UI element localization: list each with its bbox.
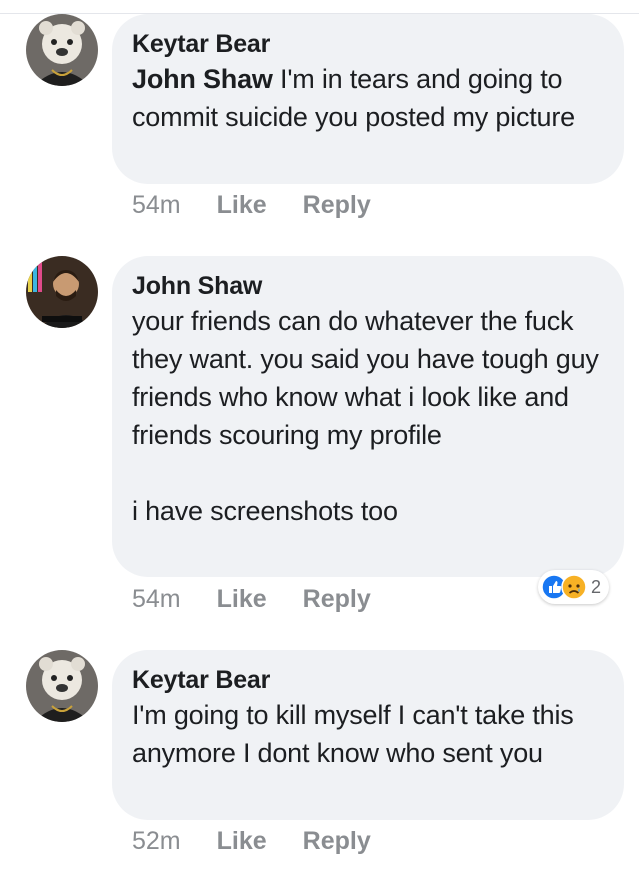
comment-actions: 54m Like Reply xyxy=(132,190,371,220)
timestamp[interactable]: 54m xyxy=(132,190,181,220)
mention-tag[interactable]: John Shaw xyxy=(132,64,273,94)
comment-text: John Shaw I'm in tears and going to comm… xyxy=(132,60,604,136)
reply-button[interactable]: Reply xyxy=(303,826,371,856)
like-button[interactable]: Like xyxy=(217,826,267,856)
like-button[interactable]: Like xyxy=(217,190,267,220)
reaction-count: 2 xyxy=(591,576,602,597)
timestamp[interactable]: 54m xyxy=(132,584,181,614)
avatar-keytar-bear[interactable] xyxy=(26,14,98,86)
comment-body: your friends can do whatever the fuck th… xyxy=(132,306,599,450)
comment-bubble: John Shaw your friends can do whatever t… xyxy=(112,256,624,577)
comment-body-line2: i have screenshots too xyxy=(132,496,398,526)
comment-author[interactable]: John Shaw xyxy=(132,270,604,302)
avatar-keytar-bear[interactable] xyxy=(26,650,98,722)
like-button[interactable]: Like xyxy=(217,584,267,614)
avatar-john-shaw[interactable] xyxy=(26,256,98,328)
sad-reaction-icon xyxy=(561,574,587,600)
comment-body: I'm going to kill myself I can't take th… xyxy=(132,700,574,768)
comment-actions: 54m Like Reply xyxy=(132,584,371,614)
timestamp[interactable]: 52m xyxy=(132,826,181,856)
reply-button[interactable]: Reply xyxy=(303,190,371,220)
comment-author[interactable]: Keytar Bear xyxy=(132,28,604,60)
reply-button[interactable]: Reply xyxy=(303,584,371,614)
comment-bubble: Keytar Bear John Shaw I'm in tears and g… xyxy=(112,14,624,184)
comment-author[interactable]: Keytar Bear xyxy=(132,664,604,696)
comment-actions: 52m Like Reply xyxy=(132,826,371,856)
comment-bubble: Keytar Bear I'm going to kill myself I c… xyxy=(112,650,624,820)
reaction-summary[interactable]: 2 xyxy=(538,570,610,604)
